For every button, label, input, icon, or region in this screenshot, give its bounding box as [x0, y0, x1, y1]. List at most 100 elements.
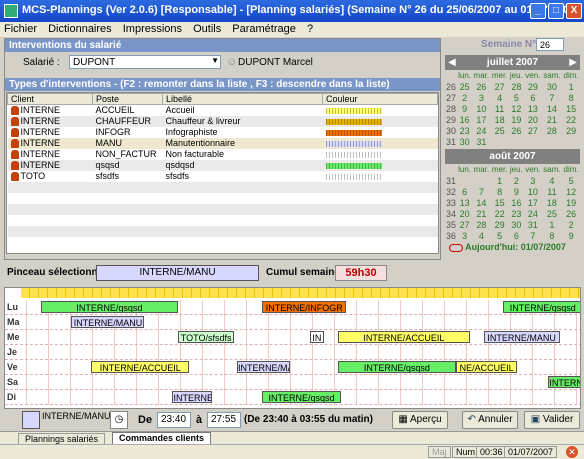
calendar-day[interactable]: 21	[472, 208, 490, 219]
planning-row[interactable]: Je	[5, 345, 580, 360]
valider-button[interactable]: ▣ Valider	[524, 411, 580, 429]
apercu-button[interactable]: ▦ Aperçu	[392, 411, 448, 429]
table-row[interactable]: INTERNE NON_FACTUR Non facturable	[8, 149, 438, 160]
planning-bar[interactable]: INTERNE/qsqsd	[503, 301, 580, 313]
calendar-day[interactable]: 14	[472, 197, 490, 208]
calendar-day[interactable]: 9	[562, 230, 580, 241]
calendar-day[interactable]: 24	[472, 125, 490, 136]
user-icon[interactable]: ☺	[226, 56, 237, 68]
planning-grid[interactable]: Lu Ma Me Je Ve Sa Di INTERNE/qsqsd INTERNE/INFOG…	[4, 287, 581, 409]
calendar-day[interactable]: 4	[472, 230, 490, 241]
calendar-day[interactable]: 20	[524, 114, 542, 125]
planning-bar[interactable]: INTERNE/	[172, 391, 212, 403]
calendar-day[interactable]: 9	[457, 103, 472, 114]
close-icon[interactable]: ✕	[566, 446, 578, 458]
calendar-day[interactable]: 8	[542, 230, 562, 241]
calendar-day[interactable]: 25	[490, 125, 508, 136]
menu-help[interactable]: ?	[303, 22, 317, 36]
calendar-day[interactable]	[509, 136, 524, 147]
planning-bar[interactable]: INTERNE/qsqsd	[337, 361, 456, 373]
calendar-day[interactable]: 11	[542, 186, 562, 197]
salarie-select[interactable]: DUPONT ▼	[69, 55, 221, 69]
calendar-day[interactable]: 30	[542, 81, 562, 92]
calendar-day[interactable]	[524, 136, 542, 147]
annuler-button[interactable]: ↶ Annuler	[462, 411, 518, 429]
calendar-day[interactable]: 29	[562, 125, 580, 136]
calendar-day[interactable]: 10	[524, 186, 542, 197]
calendar-day[interactable]: 7	[524, 230, 542, 241]
calendar-day[interactable]: 18	[542, 197, 562, 208]
prev-month-icon[interactable]: ◀	[448, 55, 456, 70]
calendar-day[interactable]: 23	[457, 125, 472, 136]
planning-bar[interactable]: INTERNE/MAN	[236, 361, 291, 373]
calendar-day[interactable]: 1	[542, 219, 562, 230]
calendar-day[interactable]: 27	[490, 81, 508, 92]
calendar-day[interactable]	[562, 136, 580, 147]
calendar-day[interactable]: 6	[524, 92, 542, 103]
planning-bar[interactable]: IN	[309, 331, 324, 343]
planning-bar[interactable]: INTERNE/MANU	[71, 316, 145, 328]
calendar-day[interactable]: 5	[490, 230, 508, 241]
calendar-day[interactable]: 2	[509, 175, 524, 186]
planning-bar[interactable]: NE/ACCUEIL	[455, 361, 518, 373]
calendar-day[interactable]: 14	[542, 103, 562, 114]
calendar-day[interactable]: 28	[472, 219, 490, 230]
calendar-day[interactable]: 30	[457, 136, 472, 147]
today-row[interactable]: Aujourd'hui: 01/07/2007	[445, 242, 580, 252]
clock-icon[interactable]: ◷	[110, 411, 128, 429]
calendar-day[interactable]: 2	[457, 92, 472, 103]
planning-bar[interactable]: INTERNE/INFOGR	[262, 301, 347, 313]
calendar-day[interactable]: 7	[542, 92, 562, 103]
calendar-day[interactable]: 26	[472, 81, 490, 92]
planning-bar[interactable]: TOTO/sfsdfs	[178, 331, 235, 343]
maximize-button[interactable]: □	[548, 3, 564, 19]
col-poste[interactable]: Poste	[92, 93, 163, 105]
calendar-day[interactable]: 6	[509, 230, 524, 241]
calendar-day[interactable]: 29	[490, 219, 508, 230]
calendar-day[interactable]: 12	[562, 186, 580, 197]
calendar-day[interactable]: 8	[562, 92, 580, 103]
a-time-input[interactable]: 27:55	[207, 412, 241, 428]
calendar-day[interactable]: 10	[472, 103, 490, 114]
calendar-day[interactable]: 17	[472, 114, 490, 125]
calendar-day[interactable]: 9	[509, 186, 524, 197]
calendar-day[interactable]: 5	[509, 92, 524, 103]
pinceau-value[interactable]: INTERNE/MANU	[96, 265, 259, 281]
calendar-day[interactable]: 4	[490, 92, 508, 103]
menu-outils[interactable]: Outils	[189, 22, 225, 36]
calendar-day[interactable]: 19	[562, 197, 580, 208]
pinceau-color-swatch[interactable]	[22, 411, 40, 429]
calendar-day[interactable]: 21	[542, 114, 562, 125]
calendar-day[interactable]: 3	[472, 92, 490, 103]
calendar-day[interactable]: 12	[509, 103, 524, 114]
calendar-day[interactable]: 31	[472, 136, 490, 147]
calendar-day[interactable]: 23	[509, 208, 524, 219]
calendar-day[interactable]: 1	[490, 175, 508, 186]
calendar-day[interactable]: 7	[472, 186, 490, 197]
calendar-day[interactable]: 22	[490, 208, 508, 219]
calendar-day[interactable]: 15	[490, 197, 508, 208]
calendar-day[interactable]: 5	[562, 175, 580, 186]
calendar-day[interactable]: 3	[524, 175, 542, 186]
menu-impressions[interactable]: Impressions	[119, 22, 186, 36]
calendar-day[interactable]: 18	[490, 114, 508, 125]
calendar-day[interactable]	[472, 175, 490, 186]
calendar-day[interactable]: 27	[524, 125, 542, 136]
calendar-day[interactable]: 28	[542, 125, 562, 136]
calendar-day[interactable]	[490, 136, 508, 147]
calendar-day[interactable]: 22	[562, 114, 580, 125]
menu-parametrage[interactable]: Paramétrage	[228, 22, 300, 36]
table-row[interactable]: INTERNE CHAUFFEUR Chauffeur & livreur	[7, 115, 438, 127]
planning-bar[interactable]: INTERNE/qsqsd	[40, 301, 179, 313]
planning-bar[interactable]: INTERNE/MANU	[483, 331, 560, 343]
table-row[interactable]: INTERNE MANU Manutentionnaire	[7, 137, 438, 149]
calendar-day[interactable]: 6	[457, 186, 472, 197]
calendar-day[interactable]	[457, 175, 472, 186]
calendar-day[interactable]: 15	[562, 103, 580, 114]
calendar-day[interactable]: 3	[457, 230, 472, 241]
col-client[interactable]: Client	[7, 93, 93, 105]
table-row[interactable]: INTERNE INFOGR Infographiste	[8, 127, 438, 138]
close-button[interactable]: X	[566, 3, 582, 19]
calendar-day[interactable]: 25	[457, 81, 472, 92]
calendar-day[interactable]: 16	[509, 197, 524, 208]
